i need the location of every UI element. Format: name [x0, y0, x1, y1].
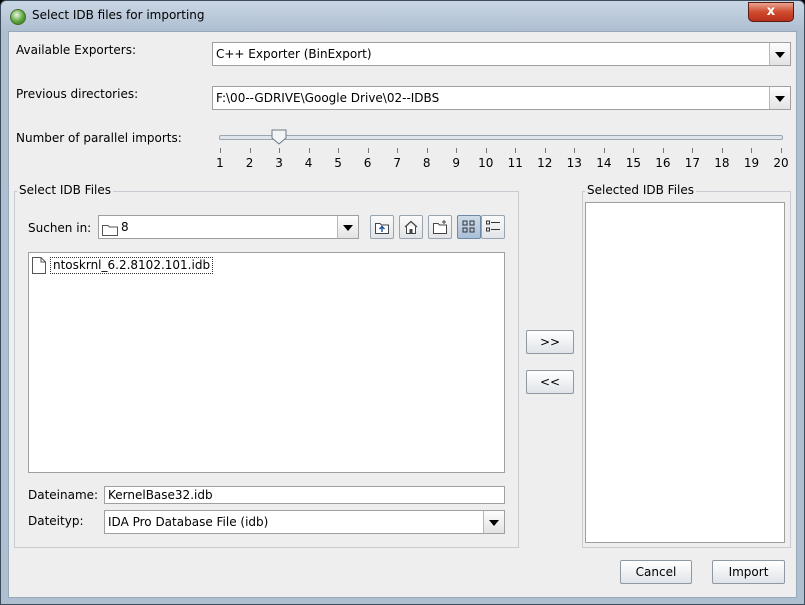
dialog-content: Available Exporters: C++ Exporter (BinEx…: [8, 31, 797, 598]
slider-tick: [515, 148, 517, 153]
filename-input[interactable]: KernelBase32.idb: [104, 486, 505, 504]
parallel-imports-label: Number of parallel imports:: [16, 131, 182, 145]
slider-tick-label: 3: [275, 156, 283, 170]
slider-tick: [220, 148, 221, 153]
slider-tick: [751, 148, 753, 153]
exporters-value: C++ Exporter (BinExport): [216, 47, 372, 61]
slider-tick: [338, 148, 340, 153]
file-name: ntoskrnl_6.2.8102.101.idb: [50, 257, 214, 274]
slider-tick: [249, 148, 251, 153]
slider-tick-label: 4: [304, 156, 313, 170]
slider-tick-label: 6: [363, 156, 372, 170]
chevron-down-icon[interactable]: [769, 87, 790, 109]
new-folder-button[interactable]: [428, 215, 452, 239]
slider-tick: [308, 148, 310, 153]
up-folder-button[interactable]: [370, 215, 394, 239]
slider-tick: [544, 148, 546, 153]
import-dialog: Select IDB files for importing x Availab…: [0, 0, 805, 605]
cancel-button[interactable]: Cancel: [620, 560, 692, 584]
previous-dirs-value: F:\00--GDRIVE\Google Drive\02--IDBS: [216, 91, 440, 105]
filetype-select[interactable]: IDA Pro Database File (idb): [104, 510, 505, 534]
slider-tick-label: 11: [507, 156, 523, 170]
slider-tick-label: 7: [393, 156, 401, 170]
slider-tick-label: 15: [625, 156, 641, 170]
slider-tick: [426, 148, 428, 153]
look-in-label: Suchen in:: [28, 221, 92, 235]
look-in-select[interactable]: 8: [98, 215, 359, 239]
chevron-down-icon[interactable]: [337, 216, 358, 238]
details-view-button[interactable]: [481, 215, 505, 239]
list-view-button[interactable]: [457, 215, 481, 239]
chevron-down-icon[interactable]: [483, 511, 504, 533]
slider-thumb[interactable]: [271, 129, 287, 145]
slider-tick-label: 10: [478, 156, 494, 170]
slider-tick-label: 14: [596, 156, 612, 170]
select-idb-group-title: Select IDB Files: [17, 183, 113, 197]
add-to-selected-button[interactable]: >>: [526, 330, 574, 354]
selected-files-list[interactable]: [585, 202, 785, 543]
slider-tick-label: 9: [452, 156, 461, 170]
slider-tick-label: 5: [334, 156, 342, 170]
previous-dirs-label: Previous directories:: [16, 87, 139, 101]
close-button[interactable]: x: [748, 2, 794, 22]
import-button[interactable]: Import: [712, 560, 785, 584]
selected-idb-group-title: Selected IDB Files: [585, 183, 696, 197]
previous-dirs-select[interactable]: F:\00--GDRIVE\Google Drive\02--IDBS: [212, 86, 791, 110]
slider-tick: [781, 148, 782, 153]
home-button[interactable]: [399, 215, 423, 239]
filetype-value: IDA Pro Database File (idb): [108, 515, 269, 529]
slider-tick-label: 16: [655, 156, 671, 170]
slider-tick-label: 12: [537, 156, 553, 170]
globe-icon: [10, 9, 26, 25]
window-title: Select IDB files for importing: [32, 8, 205, 22]
exporters-select[interactable]: C++ Exporter (BinExport): [212, 42, 791, 66]
slider-tick-label: 19: [743, 156, 760, 170]
slider-tick: [692, 148, 694, 153]
slider-tick-label: 20: [773, 156, 789, 170]
slider-tick-label: 13: [566, 156, 582, 170]
slider-tick-label: 17: [684, 156, 701, 170]
slider-tick: [279, 148, 281, 153]
file-list[interactable]: ntoskrnl_6.2.8102.101.idb: [28, 252, 505, 473]
slider-tick-label: 18: [714, 156, 730, 170]
slider-tick-label: 8: [422, 156, 431, 170]
folder-icon: [102, 221, 118, 238]
exporters-label: Available Exporters:: [16, 43, 137, 57]
filetype-label: Dateityp:: [28, 514, 84, 528]
slider-tick: [485, 148, 487, 153]
slider-tick: [574, 148, 576, 153]
slider-tick: [662, 148, 664, 153]
filename-label: Dateiname:: [28, 488, 99, 502]
slider-tick: [367, 148, 369, 153]
remove-from-selected-button[interactable]: <<: [526, 370, 574, 394]
slider-tick: [456, 148, 458, 153]
look-in-value: 8: [121, 220, 129, 234]
slider-tick: [397, 148, 399, 153]
slider-tick-label: 1: [216, 156, 224, 170]
slider-tick: [603, 148, 605, 153]
slider-tick: [633, 148, 635, 153]
slider-tick-label: 2: [245, 156, 254, 170]
chevron-down-icon[interactable]: [769, 43, 790, 65]
parallel-imports-slider[interactable]: [219, 135, 783, 140]
title-bar[interactable]: Select IDB files for importing x: [1, 1, 804, 31]
slider-tick: [721, 148, 723, 153]
